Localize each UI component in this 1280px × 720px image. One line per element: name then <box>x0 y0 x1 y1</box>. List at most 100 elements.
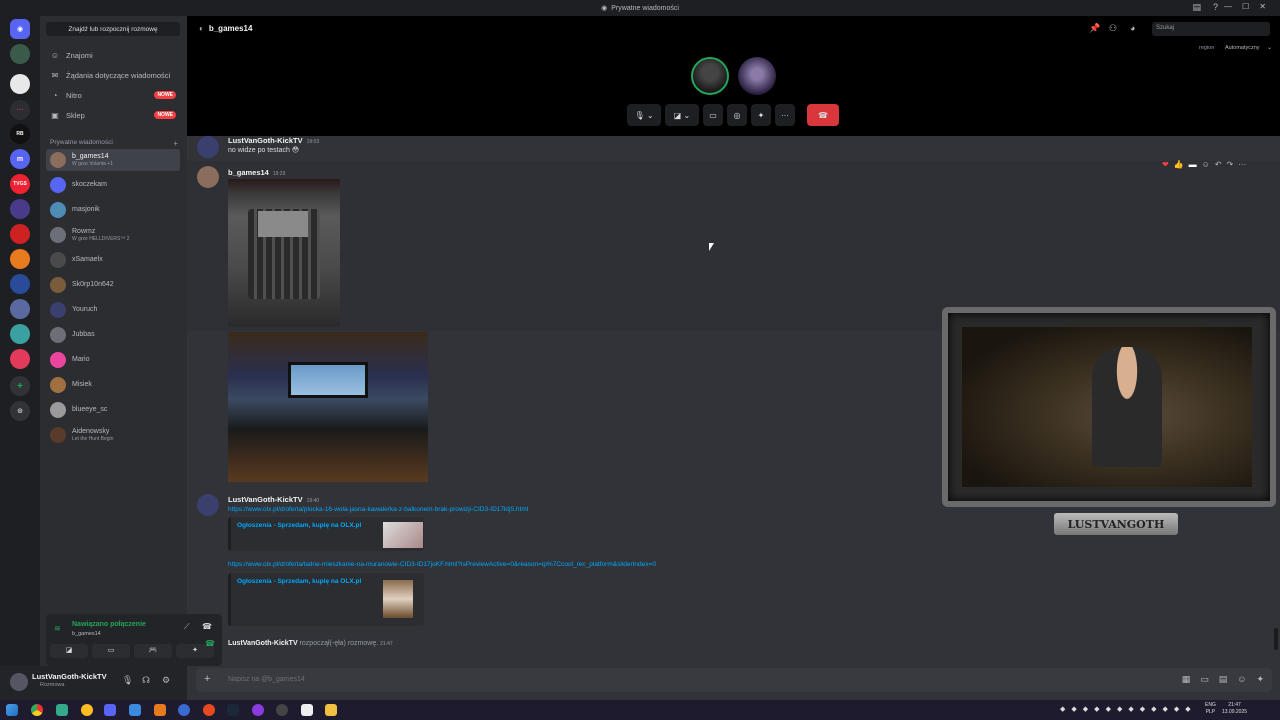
username[interactable]: LustVanGoth-KickTV <box>32 672 107 681</box>
server-icon[interactable] <box>10 44 30 64</box>
tray-icon[interactable]: ◆ <box>1071 705 1076 713</box>
tray-icon[interactable]: ◆ <box>1083 705 1088 713</box>
dm-item[interactable]: skoczekam <box>46 174 180 196</box>
dm-item[interactable]: b_games14 W grze Volanta +1 <box>46 149 180 171</box>
server-icon[interactable] <box>10 74 30 94</box>
folder-icon[interactable] <box>325 704 337 716</box>
embed-thumbnail[interactable] <box>383 522 423 548</box>
tray-icon[interactable]: ◆ <box>1140 705 1145 713</box>
server-icon[interactable]: ··· <box>10 100 30 120</box>
dm-item[interactable]: Jubbas <box>46 324 180 346</box>
attachment-image[interactable] <box>228 332 428 482</box>
dm-item[interactable]: blueeye_sc <box>46 399 180 421</box>
close-button[interactable]: ✕ <box>1259 2 1266 11</box>
activity-button[interactable]: 🎮 <box>134 644 172 658</box>
avatar[interactable] <box>10 673 28 691</box>
chevron-down-icon[interactable]: ⌄ <box>1267 44 1272 51</box>
app-icon[interactable] <box>252 704 264 716</box>
app-icon[interactable] <box>301 704 313 716</box>
nav-message-requests[interactable]: ✉ Żądania dotyczące wiadomości <box>46 67 180 83</box>
avatar[interactable] <box>197 136 219 158</box>
discover-icon[interactable]: ⊙ <box>10 401 30 421</box>
dm-item[interactable]: Misiek <box>46 374 180 396</box>
activity-button[interactable]: ◎ <box>727 104 747 126</box>
server-icon[interactable] <box>10 324 30 344</box>
minimize-button[interactable]: — <box>1224 2 1232 11</box>
search-input[interactable]: Szukaj <box>1152 22 1270 36</box>
dm-item[interactable]: Mario <box>46 349 180 371</box>
avatar[interactable] <box>197 494 219 516</box>
nav-friends[interactable]: ☺ Znajomi <box>46 47 180 63</box>
mute-button[interactable]: 🎙 ⌄ <box>627 104 661 126</box>
chrome-icon[interactable] <box>31 704 43 716</box>
server-icon[interactable]: m <box>10 149 30 169</box>
tray-icon[interactable]: ◆ <box>1163 705 1168 713</box>
app-icon[interactable] <box>178 704 190 716</box>
help-icon[interactable]: ? <box>1213 2 1218 13</box>
add-reaction-icon[interactable]: ☺ <box>1202 160 1210 169</box>
maximize-button[interactable]: ☐ <box>1242 2 1249 11</box>
tray-icon[interactable]: ◆ <box>1106 705 1111 713</box>
server-icon[interactable] <box>10 274 30 294</box>
dm-item[interactable]: xSamaelx <box>46 249 180 271</box>
tray-icon[interactable]: ◆ <box>1128 705 1133 713</box>
apps-icon[interactable]: ✦ <box>1256 674 1264 685</box>
mic-icon[interactable]: 🎙 <box>122 675 133 686</box>
message-author[interactable]: b_games14 19:29 <box>228 168 285 177</box>
stream-overlay[interactable]: LUSTVANGOTH <box>942 307 1276 539</box>
server-icon[interactable] <box>10 349 30 369</box>
soundboard-button[interactable]: ✦ <box>751 104 771 126</box>
avatar[interactable] <box>197 166 219 188</box>
voice-channel[interactable]: b_games14 <box>72 631 101 637</box>
screenshare-button[interactable]: ▭ <box>92 644 130 658</box>
embed-thumbnail[interactable] <box>383 580 413 618</box>
screenshare-button[interactable]: ▭ <box>703 104 723 126</box>
add-dm-icon[interactable]: + <box>173 139 178 148</box>
dm-item[interactable]: Aidenowsky Let the Hunt Begin <box>46 424 180 446</box>
add-attachment-icon[interactable]: + <box>204 673 210 685</box>
dm-item[interactable]: Sk0rp10n642 <box>46 274 180 296</box>
server-icon[interactable]: RB <box>10 124 30 144</box>
message-link[interactable]: https://www.olx.pl/d/oferta/plocka-16-wo… <box>228 506 528 513</box>
camera-button[interactable]: ◪ ⌄ <box>665 104 699 126</box>
discord-taskbar-icon[interactable] <box>104 704 116 716</box>
dm-item[interactable]: masjonik <box>46 199 180 221</box>
dm-item[interactable]: Youruch <box>46 299 180 321</box>
flag-reaction-icon[interactable]: ▬ <box>1189 160 1197 169</box>
message-input[interactable]: Napisz na @b_games14 <box>228 676 305 683</box>
message-author[interactable]: LustVanGoth-KickTV 19:03 <box>228 136 319 145</box>
heart-reaction-icon[interactable]: ❤ <box>1162 160 1169 169</box>
sticker-icon[interactable]: ▤ <box>1219 674 1228 685</box>
server-icon[interactable]: TVGS <box>10 174 30 194</box>
app-icon[interactable] <box>56 704 68 716</box>
pin-icon[interactable]: 📌 <box>1089 23 1100 34</box>
tray-icon[interactable]: ◆ <box>1094 705 1099 713</box>
settings-gear-icon[interactable]: ⚙ <box>162 675 170 686</box>
gif-icon[interactable]: ▭ <box>1200 674 1209 685</box>
forward-icon[interactable]: ↷ <box>1227 160 1234 169</box>
embed-title[interactable]: Ogłoszenia - Sprzedam, kupię na OLX.pl <box>237 578 361 585</box>
app-icon[interactable] <box>81 704 93 716</box>
system-author[interactable]: LustVanGoth-KickTV <box>228 640 298 647</box>
obs-icon[interactable] <box>276 704 288 716</box>
add-friends-icon[interactable]: ⚇ <box>1109 23 1117 34</box>
headphones-icon[interactable]: ☊ <box>142 675 150 686</box>
call-participant-avatar[interactable] <box>691 57 729 95</box>
nav-nitro[interactable]: ◔ Nitro NOWE <box>46 87 180 103</box>
tray-icon[interactable]: ◆ <box>1174 705 1179 713</box>
more-icon[interactable]: ··· <box>1238 160 1246 169</box>
tray-icon[interactable]: ◆ <box>1060 705 1065 713</box>
scrollbar[interactable] <box>1274 628 1278 650</box>
app-icon[interactable] <box>154 704 166 716</box>
server-icon[interactable] <box>10 199 30 219</box>
steam-icon[interactable] <box>227 704 239 716</box>
home-button[interactable]: ◉ <box>10 19 30 39</box>
language-indicator[interactable]: ENG PLP <box>1205 702 1216 716</box>
thumbs-up-reaction-icon[interactable]: 👍 <box>1174 160 1184 169</box>
video-toggle-button[interactable]: ◪ <box>50 644 88 658</box>
attachment-image[interactable] <box>228 179 340 327</box>
message-author[interactable]: LustVanGoth-KickTV 19:40 <box>228 495 319 504</box>
gift-icon[interactable]: ▦ <box>1182 674 1191 685</box>
inbox-icon[interactable]: ▤ <box>1192 2 1201 13</box>
dm-item[interactable]: Rowmz W grze HELLDIVERS™ 2 <box>46 224 180 246</box>
